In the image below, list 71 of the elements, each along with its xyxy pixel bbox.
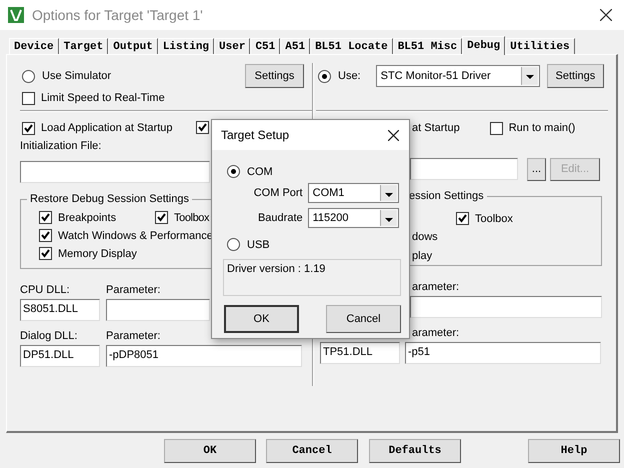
parameter-label: Parameter: [106, 330, 160, 342]
dialog-dll-field[interactable]: DP51.DLL [20, 345, 100, 367]
simulator-radio[interactable]: Use Simulator [20, 70, 112, 82]
com-port-dropdown[interactable]: COM1 [308, 183, 399, 203]
parameter-label: Parameter: [106, 284, 160, 296]
parameter-label: arameter: [412, 327, 460, 339]
tab[interactable]: User [214, 38, 250, 54]
cpu-dll-field[interactable]: S8051.DLL [20, 299, 100, 321]
restore-option-checkbox[interactable]: Toolbox [153, 211, 210, 224]
dialog-button[interactable]: OK [224, 305, 299, 333]
use-radio[interactable]: Use: [316, 70, 361, 82]
close-icon[interactable] [600, 9, 612, 21]
checkmark-icon [40, 248, 51, 259]
restore-option-checkbox[interactable]: Watch Windows & Performance [37, 229, 213, 242]
dialog-button[interactable]: Cancel [326, 305, 401, 333]
tab[interactable]: A51 [280, 38, 310, 54]
restore-option-checkbox[interactable]: Memory Display [37, 247, 137, 260]
parameter-field[interactable] [410, 296, 602, 318]
driver-version-box: Driver version : 1.19 [223, 259, 401, 296]
tab[interactable]: BL51 Misc [392, 38, 462, 54]
dialog-button[interactable]: OK [164, 439, 256, 463]
cpu-dll-label: CPU DLL: [20, 284, 71, 296]
parameter-label: arameter: [412, 281, 460, 293]
initialization-file-field[interactable] [20, 161, 210, 183]
settings-button[interactable]: Settings [546, 64, 604, 88]
checkmark-icon [40, 212, 51, 223]
tab[interactable]: Device [9, 38, 59, 54]
group-title: Restore Debug Session Settings [29, 193, 190, 205]
usb-radio[interactable]: USB [225, 238, 399, 251]
dialog-title: Target Setup [221, 128, 290, 142]
parameter-field[interactable] [106, 299, 210, 321]
tab[interactable]: Utilities [505, 38, 575, 54]
window-title: Options for Target 'Target 1' [32, 7, 204, 23]
initialization-file-label: Initialization File: [20, 140, 102, 154]
tab[interactable]: C51 [250, 38, 280, 54]
run-to-main-checkbox[interactable]: Run to main() [488, 122, 576, 134]
group-title: ession Settings [408, 190, 485, 202]
driver-dropdown[interactable]: STC Monitor-51 Driver [376, 65, 540, 87]
tab[interactable]: BL51 Locate [310, 38, 393, 54]
baudrate-label: Baudrate [256, 212, 303, 224]
initialization-file-field[interactable] [410, 158, 518, 180]
dialog-dll-field[interactable]: TP51.DLL [320, 342, 400, 364]
option-label: play [412, 250, 432, 262]
parameter-field[interactable]: -p51 [405, 342, 601, 364]
load-application-checkbox[interactable]: Load Application at Startup [20, 122, 172, 134]
limit-speed-checkbox[interactable]: Limit Speed to Real-Time [20, 92, 165, 104]
restore-option-checkbox[interactable]: Breakpoints [37, 211, 116, 224]
checkmark-icon [23, 122, 34, 134]
tab[interactable]: Listing [158, 38, 214, 54]
app-icon [8, 7, 24, 23]
checkmark-icon [156, 212, 167, 223]
browse-button[interactable]: ... [527, 158, 546, 180]
checkbox[interactable] [196, 121, 209, 134]
com-radio[interactable]: COM [225, 165, 399, 178]
com-port-label: COM Port [252, 187, 303, 199]
dialog-button[interactable]: Help [528, 439, 620, 463]
settings-button[interactable]: Settings [245, 64, 304, 88]
tab[interactable]: Debug [462, 36, 506, 55]
dialog-dll-label: Dialog DLL: [20, 330, 78, 342]
tab[interactable]: Target [58, 38, 108, 54]
close-icon[interactable] [388, 130, 399, 140]
dialog-button[interactable]: Cancel [266, 439, 358, 463]
load-application-label: at Startup [412, 122, 460, 134]
option-label: dows [412, 231, 438, 243]
parameter-field[interactable]: -pDP8051 [106, 345, 302, 367]
checkmark-icon [40, 230, 51, 241]
checkmark-icon [457, 213, 468, 224]
toolbox-checkbox[interactable]: Toolbox [454, 212, 513, 225]
tab[interactable]: Output [108, 38, 158, 54]
baudrate-dropdown[interactable]: 115200 [308, 208, 399, 228]
dialog-button[interactable]: Defaults [369, 439, 461, 463]
